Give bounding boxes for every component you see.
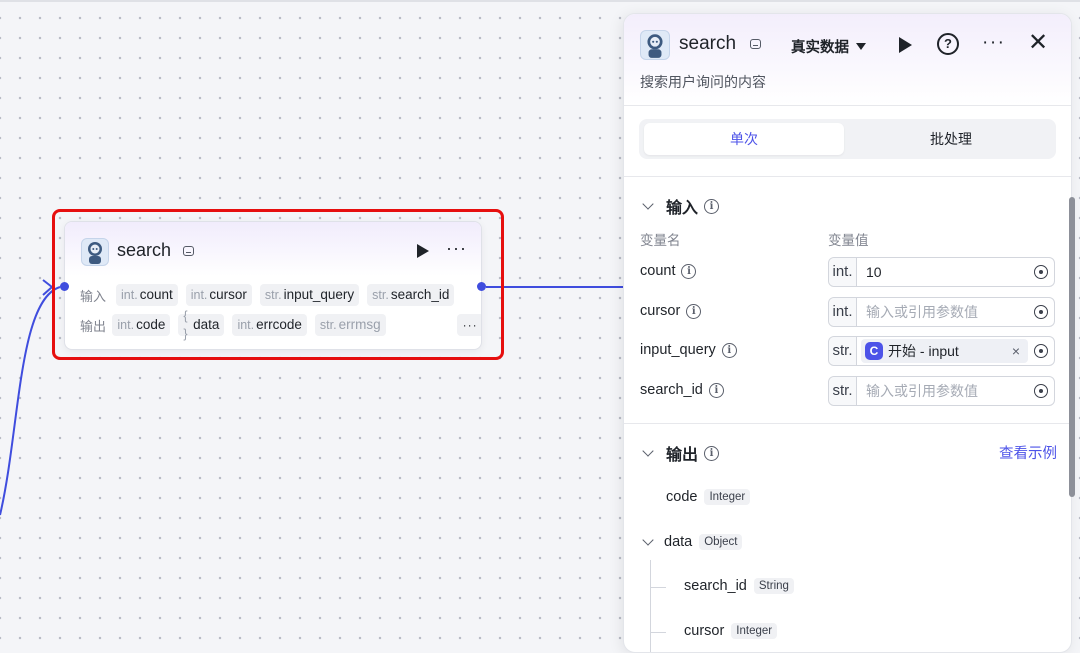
type-badge: int. [829, 258, 857, 286]
divider [624, 423, 1071, 424]
plugin-avatar [81, 238, 109, 266]
search-node[interactable]: search ··· 输入 int. count int. cursor str. i… [64, 221, 482, 350]
reference-target-icon[interactable] [1034, 384, 1048, 398]
see-example-link[interactable]: 查看示例 [999, 442, 1057, 463]
search-id-placeholder[interactable]: 输入或引用参数值 [866, 381, 1034, 401]
output-field-data[interactable]: data Object [642, 534, 743, 550]
info-icon: i [708, 382, 724, 398]
panel-header: search 真实数据 ? ··· ✕ 搜索用户询问的内容 [624, 14, 1071, 106]
type-tag: Object [699, 534, 743, 550]
cursor-placeholder[interactable]: 输入或引用参数值 [866, 302, 1034, 322]
plugin-avatar [640, 30, 670, 60]
divider [624, 176, 1071, 177]
input-param-count: int. count [116, 284, 178, 306]
count-value-field[interactable]: int. 10 [828, 257, 1055, 287]
play-icon[interactable] [899, 37, 912, 53]
cursor-value-field[interactable]: int. 输入或引用参数值 [828, 297, 1055, 327]
chevron-down-icon [642, 198, 654, 210]
output-param-errmsg: str. errmsg [314, 314, 386, 336]
info-icon: i [704, 445, 720, 461]
var-name-cursor: cursor i [640, 303, 702, 319]
clear-reference-icon[interactable]: × [1012, 343, 1020, 359]
input-param-cursor: int. cursor [185, 284, 252, 306]
output-field-search-id: search_id String [684, 578, 794, 594]
info-icon: i [681, 263, 697, 279]
database-icon [183, 246, 194, 256]
reference-target-icon[interactable] [1034, 265, 1048, 279]
var-name-search-id: search_id i [640, 382, 724, 398]
input-section-header[interactable]: 输入 i [640, 194, 720, 218]
column-header-value: 变量值 [828, 233, 869, 248]
tab-single[interactable]: 单次 [644, 123, 844, 155]
outputs-label: 输出 [80, 318, 107, 334]
inputs-label: 输入 [80, 288, 107, 304]
output-field-cursor: cursor Integer [684, 623, 778, 639]
var-name-input-query: input_query i [640, 342, 737, 358]
input-param-input-query: str. input_query [259, 284, 360, 306]
info-icon: i [704, 198, 720, 214]
play-icon[interactable] [417, 244, 429, 258]
incoming-arrow [42, 279, 54, 296]
tree-connector [650, 560, 651, 652]
output-field-code: code Integer [666, 489, 751, 505]
type-badge: str. [829, 337, 857, 365]
reference-target-icon[interactable] [1034, 344, 1048, 358]
reference-chip[interactable]: C 开始 - input × [861, 339, 1028, 363]
var-name-count: count i [640, 263, 697, 279]
search-id-value-field[interactable]: str. 输入或引用参数值 [828, 376, 1055, 406]
node-outputs-row: 输出 int. code { } data int. errcode str. errm… [80, 309, 481, 341]
type-tag: String [753, 578, 794, 594]
incoming-edge [0, 286, 61, 516]
input-query-value-field[interactable]: str. C 开始 - input × [828, 336, 1055, 366]
type-badge: str. [829, 377, 857, 405]
run-mode-tabs: 单次 批处理 [639, 119, 1056, 159]
output-section-header[interactable]: 输出 i [640, 441, 720, 465]
database-icon [750, 39, 761, 49]
type-badge: int. [829, 298, 857, 326]
output-param-data: { } data [178, 309, 225, 341]
node-title: search [117, 240, 172, 260]
tree-connector [650, 632, 666, 633]
canvas-top-border [0, 0, 1080, 2]
close-icon[interactable]: ✕ [1028, 28, 1048, 57]
more-outputs-button[interactable]: ··· [456, 314, 481, 336]
panel-scrollbar[interactable] [1069, 197, 1075, 497]
help-icon[interactable]: ? [937, 33, 959, 55]
output-param-errcode: int. errcode [232, 314, 307, 336]
caret-down-icon [856, 43, 866, 50]
type-tag: Integer [731, 623, 778, 639]
column-header-name: 变量名 [640, 233, 681, 248]
panel-description: 搜索用户询问的内容 [640, 74, 766, 90]
data-mode-dropdown[interactable]: 真实数据 [791, 36, 866, 57]
input-param-search-id: str. search_id [367, 284, 455, 306]
node-detail-panel: search 真实数据 ? ··· ✕ 搜索用户询问的内容 单次 批处理 输入 … [623, 13, 1072, 653]
chevron-down-icon [642, 534, 654, 546]
info-icon: i [721, 342, 737, 358]
count-value[interactable]: 10 [866, 264, 1034, 280]
node-header: search ··· [65, 222, 481, 276]
info-icon: i [686, 303, 702, 319]
type-tag: Integer [704, 489, 751, 505]
node-output-port[interactable] [477, 282, 486, 291]
tab-batch[interactable]: 批处理 [851, 123, 1051, 155]
reference-target-icon[interactable] [1034, 305, 1048, 319]
start-node-icon: C [865, 342, 883, 360]
more-options-icon[interactable]: ··· [982, 32, 1005, 54]
node-input-port[interactable] [60, 282, 69, 291]
output-param-code: int. code [112, 314, 171, 336]
tree-connector [650, 587, 666, 588]
panel-title: search [679, 33, 737, 54]
more-options-icon[interactable]: ··· [446, 238, 467, 259]
chevron-down-icon [642, 445, 654, 457]
node-inputs-row: 输入 int. count int. cursor str. input_query … [80, 284, 462, 306]
